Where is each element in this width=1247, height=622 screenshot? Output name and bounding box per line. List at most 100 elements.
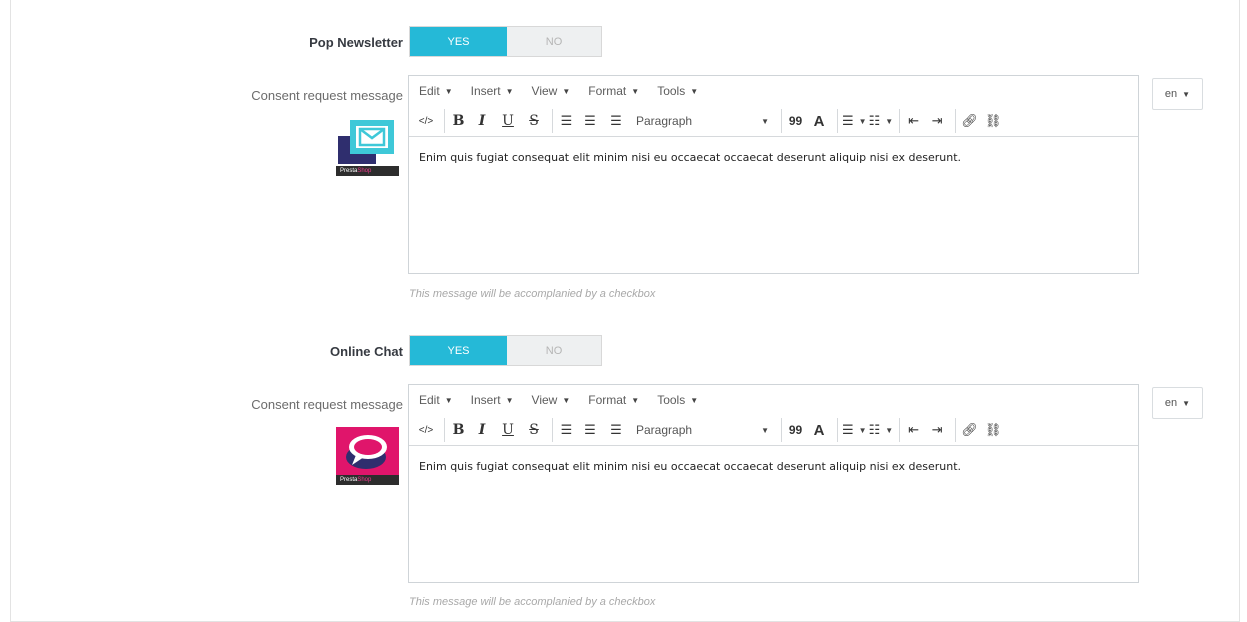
menu-format[interactable]: Format ▼: [588, 393, 639, 407]
editor-menubar: Edit ▼ Insert ▼ View ▼ Format ▼ Tools ▼: [409, 76, 1138, 106]
outdent-button[interactable]: ⇤: [899, 109, 923, 133]
consent-message-editor: Edit ▼ Insert ▼ View ▼ Format ▼ Tools ▼ </> B…: [408, 384, 1139, 583]
bullet-list-button[interactable]: ☰ ▼: [837, 109, 867, 133]
indent-icon: ⇥: [931, 113, 943, 128]
editor-toolbar: </> B I U S ☰ ☰ ☰ Paragraph ▼ 99 A ☰ ▼ ☷ ▼ …: [409, 106, 1138, 137]
outdent-icon: ⇤: [908, 422, 920, 437]
editor-menubar: Edit ▼ Insert ▼ View ▼ Format ▼ Tools ▼: [409, 385, 1138, 415]
unlink-button[interactable]: ⛓︎: [981, 418, 1005, 442]
block-format-select[interactable]: Paragraph ▼: [630, 109, 775, 133]
underline-button[interactable]: U: [496, 109, 520, 133]
caret-down-icon: ▼: [631, 86, 640, 96]
italic-button[interactable]: I: [470, 109, 494, 133]
link-icon: 🔗︎: [961, 113, 978, 128]
source-code-button[interactable]: </>: [414, 109, 438, 133]
module-panel: Pop Newsletter YES NO Consent request me…: [10, 0, 1240, 622]
menu-insert[interactable]: Insert ▼: [471, 393, 514, 407]
align-right-icon: ☰: [610, 422, 622, 437]
caret-down-icon: ▼: [505, 395, 514, 405]
text-color-button[interactable]: A: [807, 418, 831, 442]
menu-view[interactable]: View ▼: [532, 84, 571, 98]
align-center-icon: ☰: [584, 113, 596, 128]
menu-edit[interactable]: Edit ▼: [419, 84, 453, 98]
outdent-icon: ⇤: [908, 113, 920, 128]
unlink-button[interactable]: ⛓︎: [981, 109, 1005, 133]
pop-newsletter-label: Pop Newsletter: [309, 35, 403, 50]
outdent-button[interactable]: ⇤: [899, 418, 923, 442]
chat-bubble-icon: [336, 427, 399, 475]
unlink-icon: ⛓︎: [984, 113, 1002, 128]
align-left-icon: ☰: [560, 422, 573, 437]
help-text: This message will be accomplanied by a c…: [409, 288, 656, 300]
text-color-button[interactable]: A: [807, 109, 831, 133]
italic-button[interactable]: I: [470, 418, 494, 442]
online-chat-toggle[interactable]: YES NO: [409, 335, 602, 366]
menu-tools[interactable]: Tools ▼: [657, 84, 698, 98]
newsletter-icon: [338, 120, 394, 164]
pop-newsletter-toggle[interactable]: YES NO: [409, 26, 602, 57]
link-button[interactable]: 🔗︎: [955, 109, 979, 133]
toggle-yes-option[interactable]: YES: [410, 27, 507, 56]
strikethrough-button[interactable]: S: [522, 418, 546, 442]
bullet-list-icon: ☰: [842, 422, 854, 437]
caret-down-icon: ▼: [858, 116, 867, 126]
bullet-list-icon: ☰: [842, 113, 854, 128]
align-center-button[interactable]: ☰: [578, 109, 602, 133]
caret-down-icon: ▼: [562, 86, 571, 96]
indent-button[interactable]: ⇥: [925, 418, 949, 442]
numbered-list-button[interactable]: ☷ ▼: [869, 418, 894, 442]
consent-request-label: Consent request message: [251, 88, 403, 103]
toggle-no-option[interactable]: NO: [507, 336, 601, 365]
editor-content-area[interactable]: Enim quis fugiat consequat elit minim ni…: [409, 446, 1138, 487]
toggle-no-option[interactable]: NO: [507, 27, 601, 56]
blockquote-button[interactable]: 99: [781, 109, 805, 133]
caret-down-icon: ▼: [1182, 89, 1191, 99]
link-button[interactable]: 🔗︎: [955, 418, 979, 442]
editor-toolbar: </> B I U S ☰ ☰ ☰ Paragraph ▼ 99 A ☰ ▼ ☷ ▼ …: [409, 415, 1138, 446]
align-center-button[interactable]: ☰: [578, 418, 602, 442]
indent-icon: ⇥: [931, 422, 943, 437]
help-text: This message will be accomplanied by a c…: [409, 596, 656, 608]
prestashop-caption: PrestaShop: [336, 475, 399, 485]
caret-down-icon: ▼: [444, 395, 453, 405]
bold-button[interactable]: B: [444, 418, 468, 442]
bold-button[interactable]: B: [444, 109, 468, 133]
caret-down-icon: ▼: [885, 116, 894, 126]
blockquote-button[interactable]: 99: [781, 418, 805, 442]
link-icon: 🔗︎: [961, 422, 978, 437]
align-left-button[interactable]: ☰: [552, 109, 576, 133]
caret-down-icon: ▼: [885, 425, 894, 435]
block-format-select[interactable]: Paragraph ▼: [630, 418, 775, 442]
language-select[interactable]: en ▼: [1152, 387, 1203, 419]
caret-down-icon: ▼: [761, 425, 769, 435]
numbered-list-button[interactable]: ☷ ▼: [869, 109, 894, 133]
menu-view[interactable]: View ▼: [532, 393, 571, 407]
caret-down-icon: ▼: [761, 116, 769, 126]
align-left-icon: ☰: [560, 113, 573, 128]
prestashop-caption: PrestaShop: [336, 166, 399, 176]
align-right-button[interactable]: ☰: [604, 109, 628, 133]
underline-button[interactable]: U: [496, 418, 520, 442]
menu-insert[interactable]: Insert ▼: [471, 84, 514, 98]
consent-message-editor: Edit ▼ Insert ▼ View ▼ Format ▼ Tools ▼ </> B…: [408, 75, 1139, 274]
numbered-list-icon: ☷: [868, 113, 881, 128]
indent-button[interactable]: ⇥: [925, 109, 949, 133]
numbered-list-icon: ☷: [868, 422, 881, 437]
language-select[interactable]: en ▼: [1152, 78, 1203, 110]
newsletter-module-logo: PrestaShop: [336, 118, 399, 176]
editor-content-area[interactable]: Enim quis fugiat consequat elit minim ni…: [409, 137, 1138, 178]
menu-format[interactable]: Format ▼: [588, 84, 639, 98]
align-right-button[interactable]: ☰: [604, 418, 628, 442]
bullet-list-button[interactable]: ☰ ▼: [837, 418, 867, 442]
toggle-yes-option[interactable]: YES: [410, 336, 507, 365]
caret-down-icon: ▼: [1182, 398, 1191, 408]
caret-down-icon: ▼: [858, 425, 867, 435]
source-code-button[interactable]: </>: [414, 418, 438, 442]
align-left-button[interactable]: ☰: [552, 418, 576, 442]
caret-down-icon: ▼: [562, 395, 571, 405]
online-chat-label: Online Chat: [330, 344, 403, 359]
menu-edit[interactable]: Edit ▼: [419, 393, 453, 407]
menu-tools[interactable]: Tools ▼: [657, 393, 698, 407]
strikethrough-button[interactable]: S: [522, 109, 546, 133]
unlink-icon: ⛓︎: [984, 422, 1002, 437]
